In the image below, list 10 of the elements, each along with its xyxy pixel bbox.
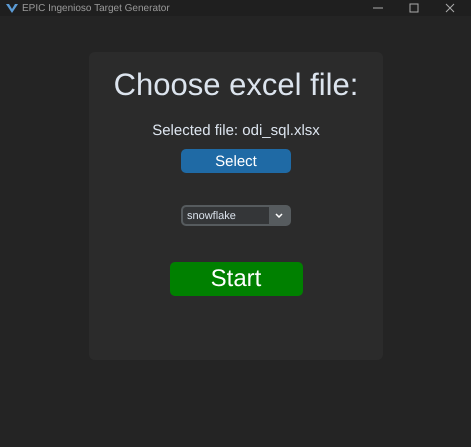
selected-file-label: Selected file: odi_sql.xlsx [152, 121, 320, 141]
logo-icon [6, 4, 18, 12]
chevron-icon [275, 213, 283, 218]
start-button[interactable]: Start [170, 262, 302, 296]
select-button[interactable]: Select [181, 149, 291, 173]
maximize-icon[interactable] [409, 3, 419, 13]
close-icon[interactable] [445, 3, 455, 13]
dropdown[interactable]: snowflake [181, 205, 291, 226]
window-title: EPIC Ingenioso Target Generator [22, 2, 171, 14]
heading: Choose excel file: [114, 66, 358, 104]
